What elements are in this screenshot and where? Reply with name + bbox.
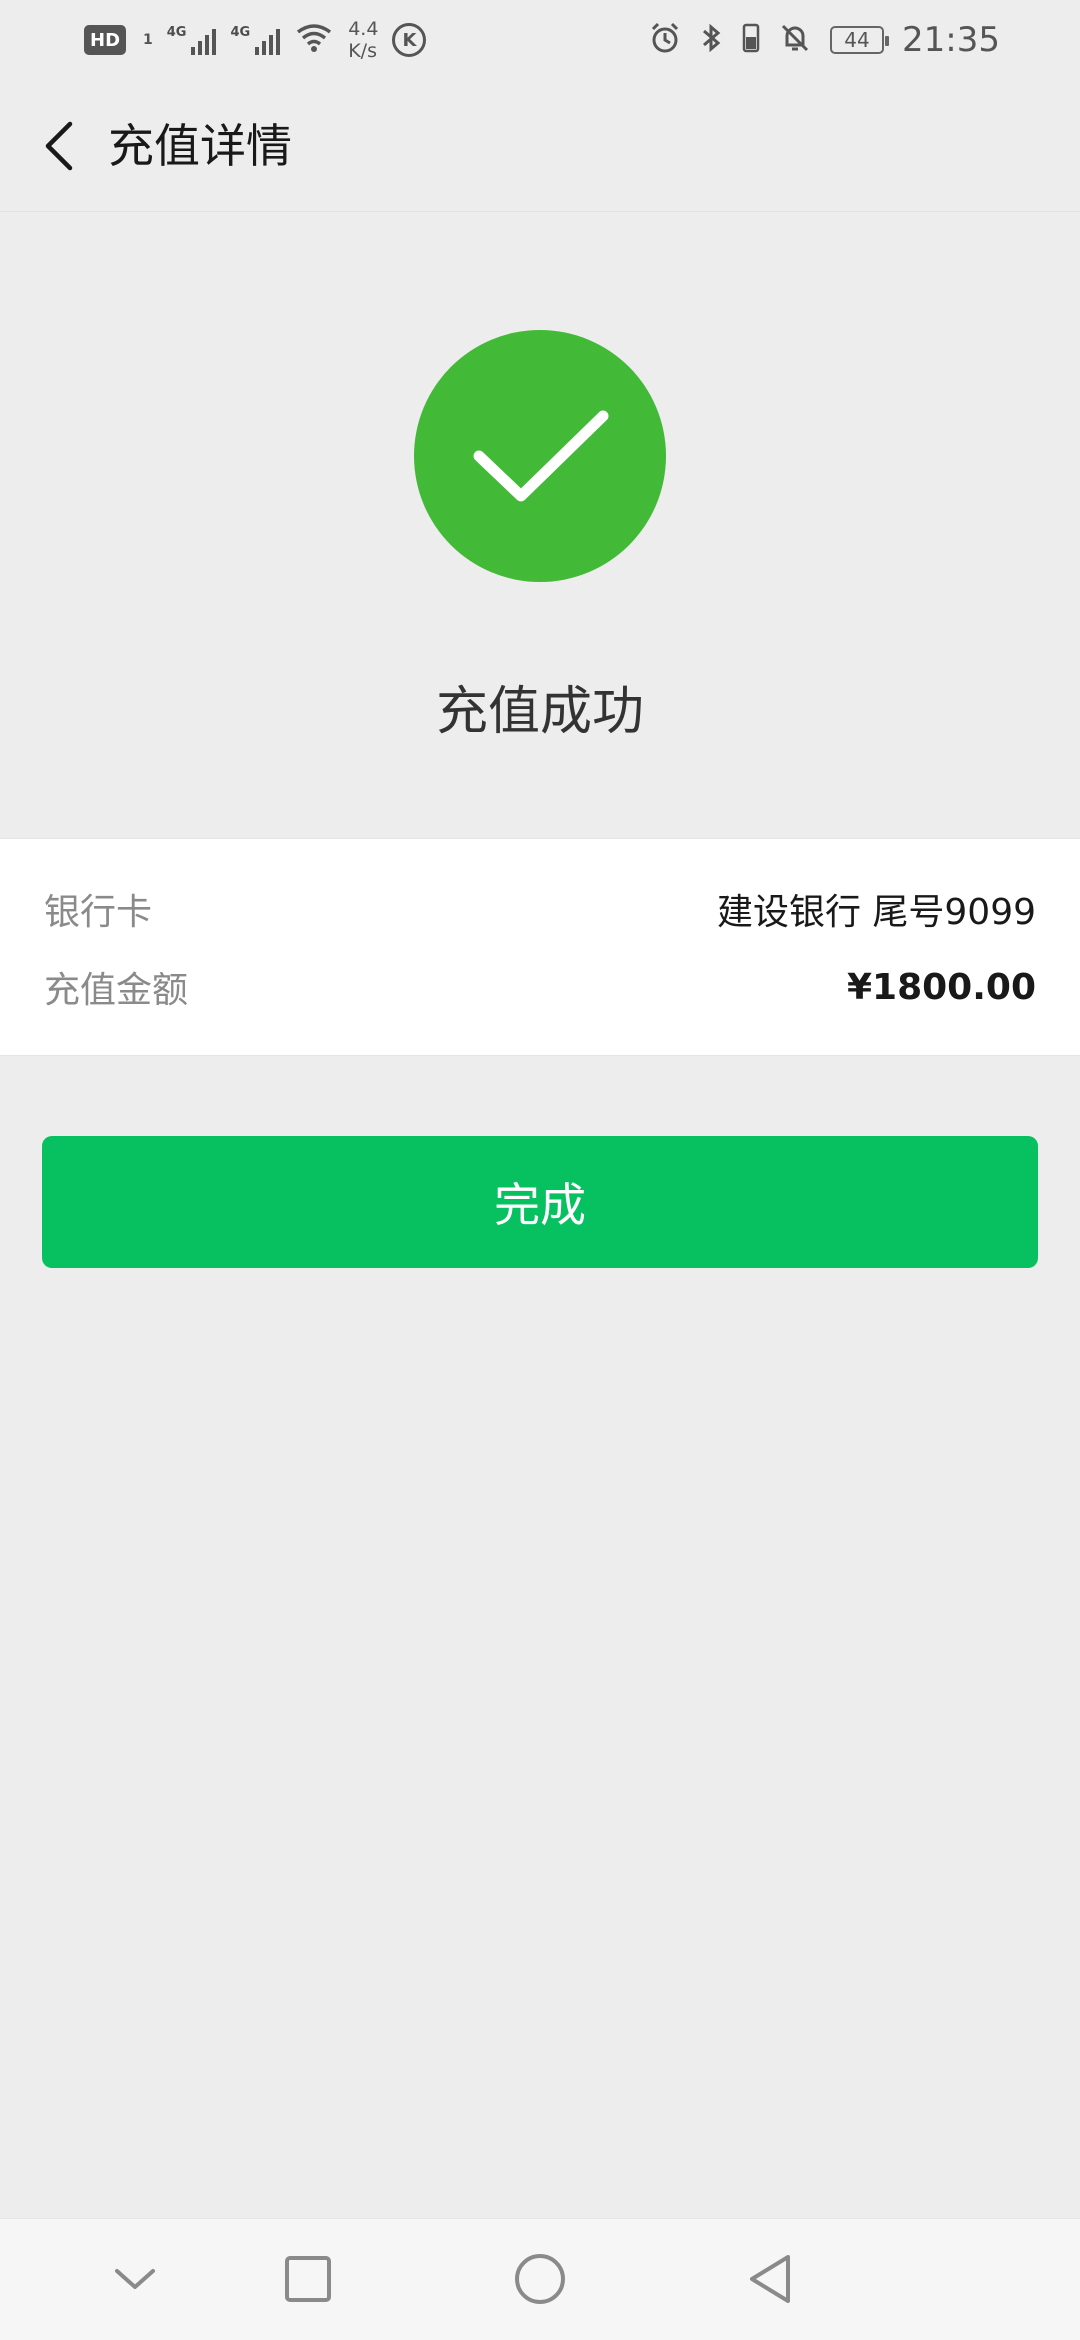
page-title: 充值详情 [108,119,292,173]
home-circle-icon[interactable] [500,2239,580,2319]
details-card: 银行卡 建设银行 尾号9099 充值金额 ¥1800.00 [0,838,1080,1056]
back-button[interactable] [28,116,88,176]
detail-row-amount: 充值金额 ¥1800.00 [44,955,1036,1019]
amount-label: 充值金额 [44,970,189,1011]
done-button[interactable]: 完成 [42,1136,1038,1268]
amount-value: ¥1800.00 [846,966,1036,1008]
bluetooth-icon [700,21,724,59]
system-nav-bar [0,2218,1080,2340]
vibrate-battery-icon [742,21,760,59]
detail-row-bank-card: 银行卡 建设银行 尾号9099 [44,877,1036,941]
signal-icon-1: 4G [167,25,217,55]
alarm-icon [648,21,682,59]
recents-square-icon[interactable] [268,2239,348,2319]
network-type-1: 4G [166,25,187,40]
nav-bar: 充值详情 [0,80,1080,212]
signal-icon-2: 4G [230,25,281,55]
hd-icon: HD [84,25,127,55]
chevron-left-icon [45,121,73,171]
k-app-icon: K [392,23,427,57]
speed-unit: K/s [348,40,377,62]
result-status: 充值成功 [435,682,644,742]
bank-card-label: 银行卡 [44,892,153,933]
back-triangle-icon[interactable] [730,2239,810,2319]
network-speed: 4.4 K/s [348,18,378,62]
wifi-icon [294,22,334,58]
status-bar: HD 1 4G 4G 4.4 K/s K 44 21:35 [0,0,1080,80]
battery-level: 44 [844,28,870,52]
success-check-icon [414,330,666,582]
chevron-down-icon[interactable] [95,2239,175,2319]
status-right: 44 21:35 [648,18,1000,62]
battery-icon: 44 [830,26,890,54]
network-type-2: 4G [230,25,251,40]
mute-bell-icon [778,21,812,59]
bank-card-value: 建设银行 尾号9099 [716,892,1036,933]
status-left: HD 1 4G 4G 4.4 K/s K [84,18,427,62]
hd-sub-label: 1 [143,32,153,48]
clock: 21:35 [902,20,1000,60]
speed-value: 4.4 [348,18,379,40]
